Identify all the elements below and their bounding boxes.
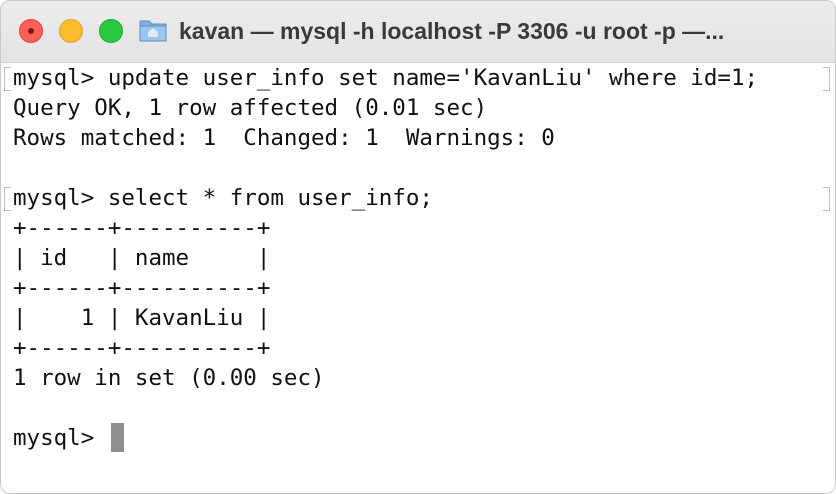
command-mark-left <box>4 67 11 91</box>
terminal-line: Query OK, 1 row affected (0.01 sec) <box>13 95 488 121</box>
command-mark-right <box>823 187 830 211</box>
folder-icon <box>139 20 167 42</box>
terminal-line: | 1 | KavanLiu | <box>13 305 271 331</box>
terminal-line: mysql> select * from user_info; <box>13 185 433 211</box>
close-button[interactable] <box>19 19 43 43</box>
terminal-prompt: mysql> <box>13 425 108 451</box>
command-mark-right <box>823 67 830 91</box>
title-bar[interactable]: kavan — mysql -h localhost -P 3306 -u ro… <box>1 1 835 63</box>
terminal-line: +------+----------+ <box>13 275 271 301</box>
terminal-output[interactable]: mysql> update user_info set name='KavanL… <box>1 63 835 493</box>
terminal-line: 1 row in set (0.00 sec) <box>13 365 325 391</box>
terminal-window: kavan — mysql -h localhost -P 3306 -u ro… <box>0 0 836 494</box>
terminal-line: +------+----------+ <box>13 335 271 361</box>
text-cursor <box>111 423 124 452</box>
window-title: kavan — mysql -h localhost -P 3306 -u ro… <box>179 18 725 44</box>
command-mark-left <box>4 187 11 211</box>
minimize-button[interactable] <box>59 19 83 43</box>
terminal-line: | id | name | <box>13 245 271 271</box>
terminal-line: mysql> update user_info set name='KavanL… <box>13 65 759 91</box>
terminal-line: Rows matched: 1 Changed: 1 Warnings: 0 <box>13 125 555 151</box>
maximize-button[interactable] <box>99 19 123 43</box>
terminal-line: +------+----------+ <box>13 215 271 241</box>
